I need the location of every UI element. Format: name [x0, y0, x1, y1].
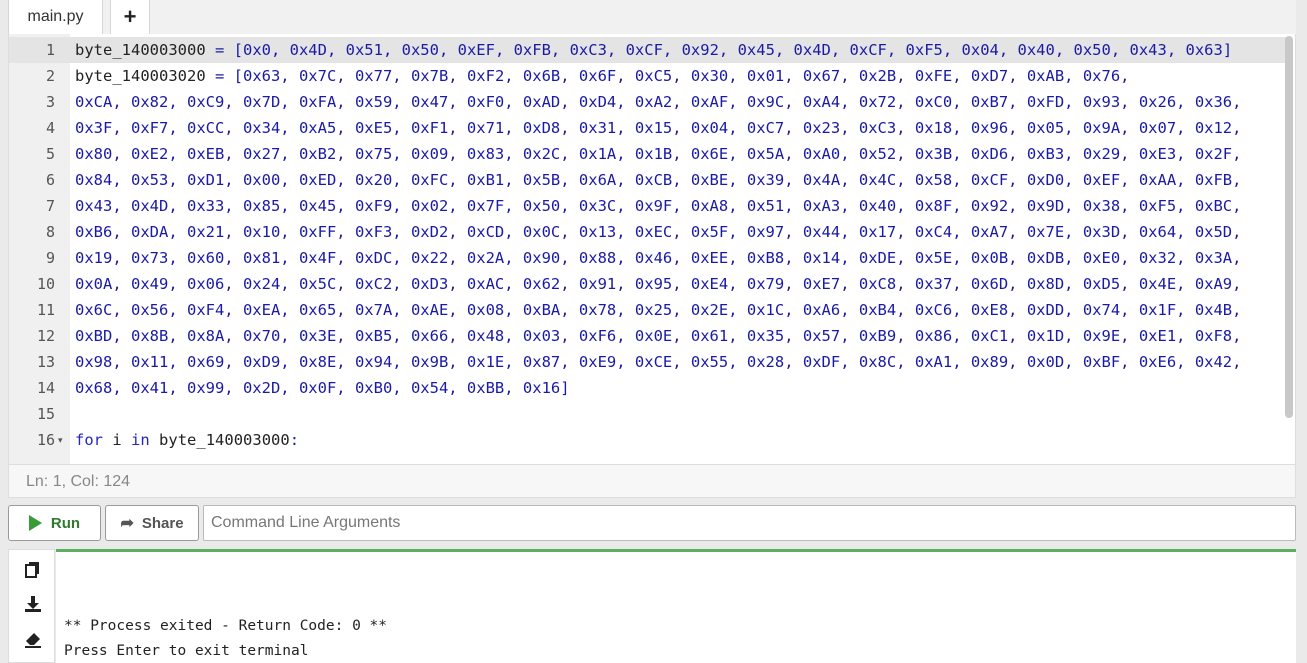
line-number: 10 [36, 275, 55, 293]
line-number: 7 [45, 197, 55, 215]
code-line[interactable]: 11 0x6C, 0x56, 0xF4, 0xEA, 0x65, 0x7A, 0x… [9, 297, 1287, 323]
code-text: 0x0A, 0x49, 0x06, 0x24, 0x5C, 0xC2, 0xD3… [75, 275, 1242, 293]
code-line[interactable]: 12 0xBD, 0x8B, 0x8A, 0x70, 0x3E, 0xB5, 0x… [9, 323, 1287, 349]
code-text: 0x84, 0x53, 0xD1, 0x00, 0xED, 0x20, 0xFC… [75, 171, 1242, 189]
share-icon: ➦ [120, 515, 134, 532]
code-line[interactable]: 6 0x84, 0x53, 0xD1, 0x00, 0xED, 0x20, 0xF… [9, 167, 1287, 193]
run-label: Run [50, 514, 81, 532]
download-icon[interactable] [23, 594, 43, 614]
code-line[interactable]: 14 0x68, 0x41, 0x99, 0x2D, 0x0F, 0xB0, 0x… [9, 375, 1287, 401]
code-line[interactable]: 3 0xCA, 0x82, 0xC9, 0x7D, 0xFA, 0x59, 0x4… [9, 89, 1287, 115]
code-line[interactable]: 7 0x43, 0x4D, 0x33, 0x85, 0x45, 0xF9, 0x0… [9, 193, 1287, 219]
line-number: 15 [36, 405, 55, 423]
code-text: 0xCA, 0x82, 0xC9, 0x7D, 0xFA, 0x59, 0x47… [75, 93, 1242, 111]
line-number: 13 [36, 353, 55, 371]
terminal-toolbar [8, 549, 55, 663]
code-line[interactable]: 15 [9, 401, 1287, 427]
line-number: 1 [45, 41, 55, 59]
share-button[interactable]: ➦ Share [105, 505, 199, 541]
code-line[interactable]: 5 0x80, 0xE2, 0xEB, 0x27, 0xB2, 0x75, 0x0… [9, 141, 1287, 167]
code-text: 0x3F, 0xF7, 0xCC, 0x34, 0xA5, 0xE5, 0xF1… [75, 119, 1242, 137]
line-number: 5 [45, 145, 55, 163]
code-text: 0x6C, 0x56, 0xF4, 0xEA, 0x65, 0x7A, 0xAE… [75, 301, 1242, 319]
code-text: for i in byte_140003000: [75, 431, 300, 449]
line-number: 4 [45, 119, 55, 137]
line-number: 16 [36, 431, 55, 449]
add-file-button[interactable]: + [110, 0, 150, 34]
line-number: 8 [45, 223, 55, 241]
cursor-position: Ln: 1, Col: 124 [8, 464, 1296, 498]
code-line[interactable]: 4 0x3F, 0xF7, 0xCC, 0x34, 0xA5, 0xE5, 0xF… [9, 115, 1287, 141]
code-text: 0x68, 0x41, 0x99, 0x2D, 0x0F, 0xB0, 0x54… [75, 379, 570, 397]
code-text: 0x80, 0xE2, 0xEB, 0x27, 0xB2, 0x75, 0x09… [75, 145, 1242, 163]
code-text: 0x98, 0x11, 0x69, 0xD9, 0x8E, 0x94, 0x9B… [75, 353, 1242, 371]
tab-bar: main.py + [8, 0, 1296, 34]
code-line[interactable]: 16 ▾ for i in byte_140003000: [9, 427, 1287, 453]
line-number: 12 [36, 327, 55, 345]
code-text: 0x19, 0x73, 0x60, 0x81, 0x4F, 0xDC, 0x22… [75, 249, 1242, 267]
editor-scrollbar[interactable] [1285, 36, 1293, 418]
terminal-output[interactable]: ** Process exited - Return Code: 0 ** Pr… [56, 549, 1296, 663]
fold-arrow-icon[interactable]: ▾ [58, 427, 63, 453]
terminal-line: Press Enter to exit terminal [64, 643, 309, 659]
code-text: byte_140003000 = [0x0, 0x4D, 0x51, 0x50,… [75, 41, 1233, 59]
command-line-arguments-input[interactable] [203, 505, 1296, 541]
code-text: 0xBD, 0x8B, 0x8A, 0x70, 0x3E, 0xB5, 0x66… [75, 327, 1242, 345]
run-button[interactable]: Run [8, 505, 101, 541]
code-text: 0x43, 0x4D, 0x33, 0x85, 0x45, 0xF9, 0x02… [75, 197, 1242, 215]
code-line[interactable]: 10 0x0A, 0x49, 0x06, 0x24, 0x5C, 0xC2, 0x… [9, 271, 1287, 297]
play-icon [28, 515, 42, 531]
code-editor[interactable]: 1 byte_140003000 = [0x0, 0x4D, 0x51, 0x50… [8, 34, 1296, 464]
code-line[interactable]: 8 0xB6, 0xDA, 0x21, 0x10, 0xFF, 0xF3, 0xD… [9, 219, 1287, 245]
code-line[interactable]: 2 byte_140003020 = [0x63, 0x7C, 0x77, 0x7… [9, 63, 1287, 89]
code-line[interactable]: 13 0x98, 0x11, 0x69, 0xD9, 0x8E, 0x94, 0x… [9, 349, 1287, 375]
line-number: 2 [45, 67, 55, 85]
share-label: Share [141, 514, 184, 532]
code-text: 0xB6, 0xDA, 0x21, 0x10, 0xFF, 0xF3, 0xD2… [75, 223, 1242, 241]
code-line[interactable]: 1 byte_140003000 = [0x0, 0x4D, 0x51, 0x50… [9, 37, 1287, 63]
line-number: 14 [36, 379, 55, 397]
code-text: byte_140003020 = [0x63, 0x7C, 0x77, 0x7B… [75, 67, 1130, 85]
line-number: 11 [36, 301, 55, 319]
line-number: 9 [45, 249, 55, 267]
line-number: 6 [45, 171, 55, 189]
eraser-icon[interactable] [23, 629, 43, 649]
copy-icon[interactable] [23, 560, 43, 580]
code-line[interactable]: 9 0x19, 0x73, 0x60, 0x81, 0x4F, 0xDC, 0x2… [9, 245, 1287, 271]
tab-main-py[interactable]: main.py [8, 0, 103, 34]
line-number: 3 [45, 93, 55, 111]
terminal-line: ** Process exited - Return Code: 0 ** [64, 618, 388, 634]
